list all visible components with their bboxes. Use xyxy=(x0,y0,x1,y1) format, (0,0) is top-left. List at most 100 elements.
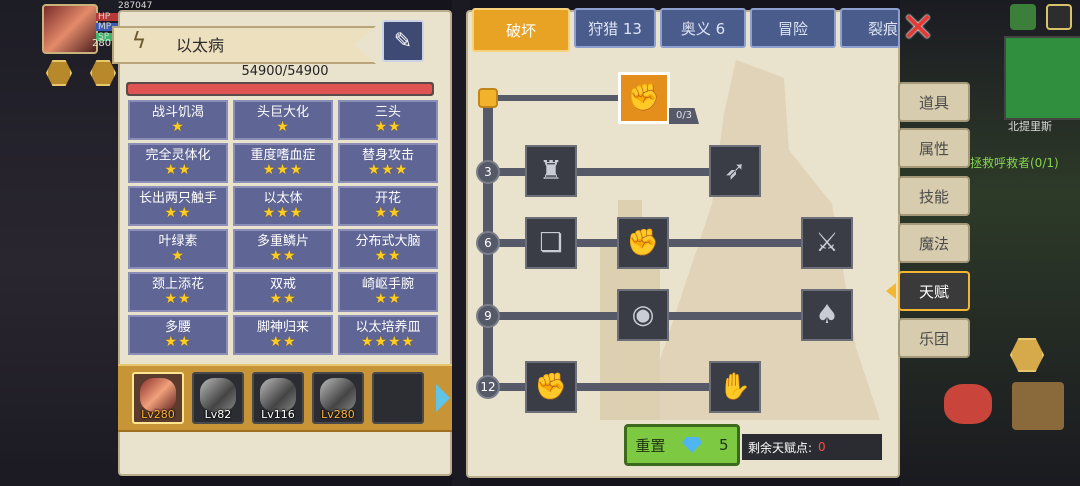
trait-label: 脚神归来 xyxy=(256,320,309,335)
globe-icon[interactable] xyxy=(1010,4,1036,30)
tab-secret[interactable]: 奥义 6 xyxy=(660,8,746,48)
talent-claw[interactable]: ⚔ xyxy=(801,217,853,269)
talent-arrow[interactable]: ➶ xyxy=(709,145,761,197)
talent-muscle[interactable]: ♜ xyxy=(525,145,577,197)
tab-rift[interactable]: 裂痕 xyxy=(840,8,900,48)
hero-slot-empty[interactable] xyxy=(372,372,424,424)
syringe-button[interactable]: ✎ xyxy=(382,20,424,62)
trait-cell[interactable]: 三头 ★★ xyxy=(338,100,438,140)
trait-stars: ★★ xyxy=(374,205,402,221)
hero-slot[interactable]: Lv82 xyxy=(192,372,244,424)
trait-label: 以太体 xyxy=(263,191,303,206)
arm-wrestle-icon: ✊ xyxy=(627,83,661,113)
talent-bat[interactable]: ♠ xyxy=(801,289,853,341)
trait-cell[interactable]: 脚神归来 ★★ xyxy=(233,315,333,355)
hero-level: Lv280 xyxy=(141,408,175,421)
trait-cell[interactable]: 替身攻击 ★★★ xyxy=(338,143,438,183)
side-tab-items[interactable]: 道具 xyxy=(898,82,970,122)
trait-stars: ★★★ xyxy=(367,162,409,178)
trait-stars: ★★★ xyxy=(262,205,304,221)
trait-label: 长出两只触手 xyxy=(138,191,217,206)
side-tab-magic[interactable]: 魔法 xyxy=(898,223,970,263)
tier-marker: 6 xyxy=(476,231,500,255)
trait-label: 开花 xyxy=(374,191,401,206)
tab-hunt[interactable]: 狩猎 13 xyxy=(574,8,656,48)
trait-label: 重度嗜血症 xyxy=(250,148,316,163)
trait-label: 崎岖手腕 xyxy=(361,277,414,292)
minimap[interactable] xyxy=(1004,36,1080,120)
trait-label: 颈上添花 xyxy=(151,277,204,292)
trait-cell[interactable]: 叶绿素 ★ xyxy=(128,229,228,269)
hero-slot[interactable]: Lv116 xyxy=(252,372,304,424)
hero-level: Lv116 xyxy=(261,408,295,421)
trait-cell[interactable]: 双戒 ★★ xyxy=(233,272,333,312)
player-avatar[interactable] xyxy=(42,4,98,54)
side-tab-band[interactable]: 乐团 xyxy=(898,318,970,358)
trait-stars: ★★ xyxy=(164,291,192,307)
trait-stars: ★★ xyxy=(269,291,297,307)
raised-fist-icon: ✊ xyxy=(534,372,568,402)
bat-wing-icon: ♠ xyxy=(815,300,839,330)
tab-adventure[interactable]: 冒险 xyxy=(750,8,836,48)
hero-slot[interactable]: Lv280 xyxy=(312,372,364,424)
tree-root-node xyxy=(478,88,498,108)
talent-raised-fist[interactable]: ✊ xyxy=(525,361,577,413)
syringe-icon: ✎ xyxy=(393,28,413,54)
reset-button[interactable]: 重置 5 xyxy=(624,424,740,466)
quest-tracker[interactable]: 拯救呼救者(0/1) xyxy=(970,154,1059,171)
rest-icon[interactable] xyxy=(1012,382,1064,430)
trait-cell[interactable]: 重度嗜血症 ★★★ xyxy=(233,143,333,183)
side-tab-label: 天赋 xyxy=(918,282,949,301)
trait-stars: ★★ xyxy=(164,334,192,350)
wrapped-fist-icon: ✋ xyxy=(718,372,752,402)
reset-label: 重置 xyxy=(635,436,666,455)
hero-level: Lv280 xyxy=(321,408,355,421)
tentacle-icon: ϟ xyxy=(131,29,147,54)
exit-icon[interactable] xyxy=(1046,4,1072,30)
side-tab-talent[interactable]: 天赋 xyxy=(898,271,970,311)
trait-cell[interactable]: 完全灵体化 ★★ xyxy=(128,143,228,183)
next-hero-arrow[interactable] xyxy=(436,384,450,412)
trait-cell[interactable]: 头巨大化 ★ xyxy=(233,100,333,140)
side-tab-label: 道具 xyxy=(918,93,949,112)
hero-selector: Lv280 Lv82 Lv116 Lv280 xyxy=(118,364,452,432)
ripple-orb-icon: ◉ xyxy=(631,300,655,330)
player-level: 280 xyxy=(92,38,112,49)
tree-link xyxy=(494,95,624,101)
enemy-hp-bar xyxy=(126,82,434,96)
tab-destroy[interactable]: 破坏 xyxy=(472,8,570,52)
close-icon: ✕ xyxy=(901,5,935,51)
trait-cell[interactable]: 长出两只触手 ★★ xyxy=(128,186,228,226)
talent-wrapped-fist[interactable]: ✋ xyxy=(709,361,761,413)
trait-cell[interactable]: 战斗饥渴 ★ xyxy=(128,100,228,140)
side-tab-skills[interactable]: 技能 xyxy=(898,176,970,216)
enemy-name: 以太病 xyxy=(176,36,225,55)
tab-label: 破坏 xyxy=(505,21,536,40)
trait-label: 叶绿素 xyxy=(158,234,198,249)
trait-cell[interactable]: 多腰 ★★ xyxy=(128,315,228,355)
side-tab-label: 魔法 xyxy=(918,234,949,253)
talent-card[interactable]: ❏ xyxy=(525,217,577,269)
side-tab-attributes[interactable]: 属性 xyxy=(898,128,970,168)
trait-cell[interactable]: 颈上添花 ★★ xyxy=(128,272,228,312)
trait-stars: ★★ xyxy=(374,248,402,264)
talent-arm-wrestle[interactable]: ✊ xyxy=(618,72,670,124)
trait-cell[interactable]: 以太体 ★★★ xyxy=(233,186,333,226)
trait-stars: ★★ xyxy=(164,205,192,221)
hero-slot[interactable]: Lv280 xyxy=(132,372,184,424)
trait-stars: ★★★★ xyxy=(360,334,416,350)
card-shield-icon: ❏ xyxy=(539,228,563,258)
trait-cell[interactable]: 开花 ★★ xyxy=(338,186,438,226)
meat-icon[interactable] xyxy=(944,384,992,424)
trait-cell[interactable]: 以太培养皿 ★★★★ xyxy=(338,315,438,355)
hero-portrait xyxy=(260,378,296,412)
close-button[interactable]: ✕ xyxy=(900,8,936,48)
trait-cell[interactable]: 崎岖手腕 ★★ xyxy=(338,272,438,312)
trait-cell[interactable]: 分布式大脑 ★★ xyxy=(338,229,438,269)
side-tab-label: 乐团 xyxy=(918,329,949,348)
trait-label: 完全灵体化 xyxy=(145,148,211,163)
talent-ripple[interactable]: ◉ xyxy=(617,289,669,341)
tab-label: 奥义 6 xyxy=(680,19,726,38)
talent-fist[interactable]: ✊ xyxy=(617,217,669,269)
trait-cell[interactable]: 多重鳞片 ★★ xyxy=(233,229,333,269)
